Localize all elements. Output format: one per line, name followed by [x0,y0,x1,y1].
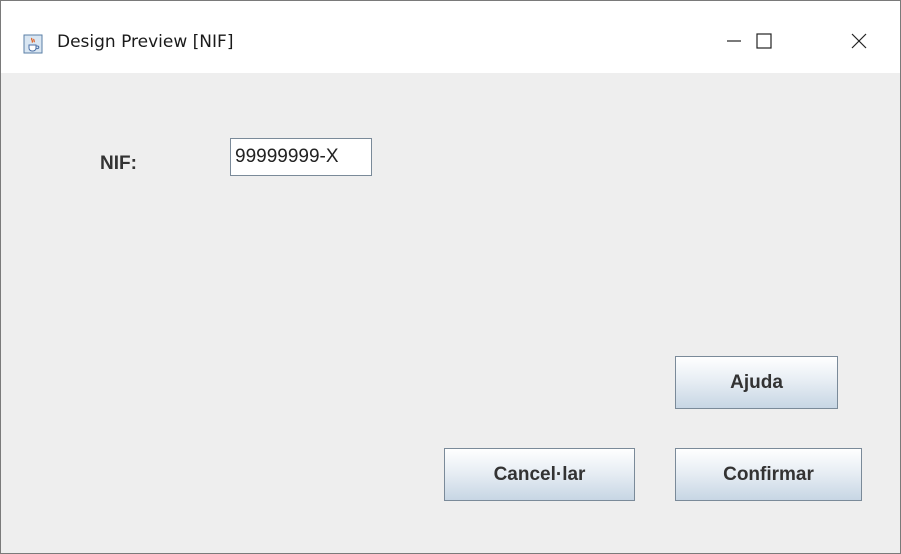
close-icon [850,32,868,55]
maximize-button[interactable] [741,23,787,63]
cancel-button[interactable]: Cancel·lar [444,448,635,501]
minimize-icon [726,33,742,54]
confirm-button[interactable]: Confirmar [675,448,862,501]
window-title: Design Preview [NIF] [57,32,234,52]
dialog-window: Design Preview [NIF] NIF: Ajuda Cancel·l… [0,0,901,554]
maximize-icon [755,32,773,55]
help-button[interactable]: Ajuda [675,356,838,409]
java-cup-icon [23,34,43,54]
title-bar[interactable]: Design Preview [NIF] [1,1,900,73]
nif-label: NIF: [100,153,137,174]
dialog-content: NIF: Ajuda Cancel·lar Confirmar [1,73,900,553]
nif-input[interactable] [230,138,372,176]
close-button[interactable] [836,23,882,63]
